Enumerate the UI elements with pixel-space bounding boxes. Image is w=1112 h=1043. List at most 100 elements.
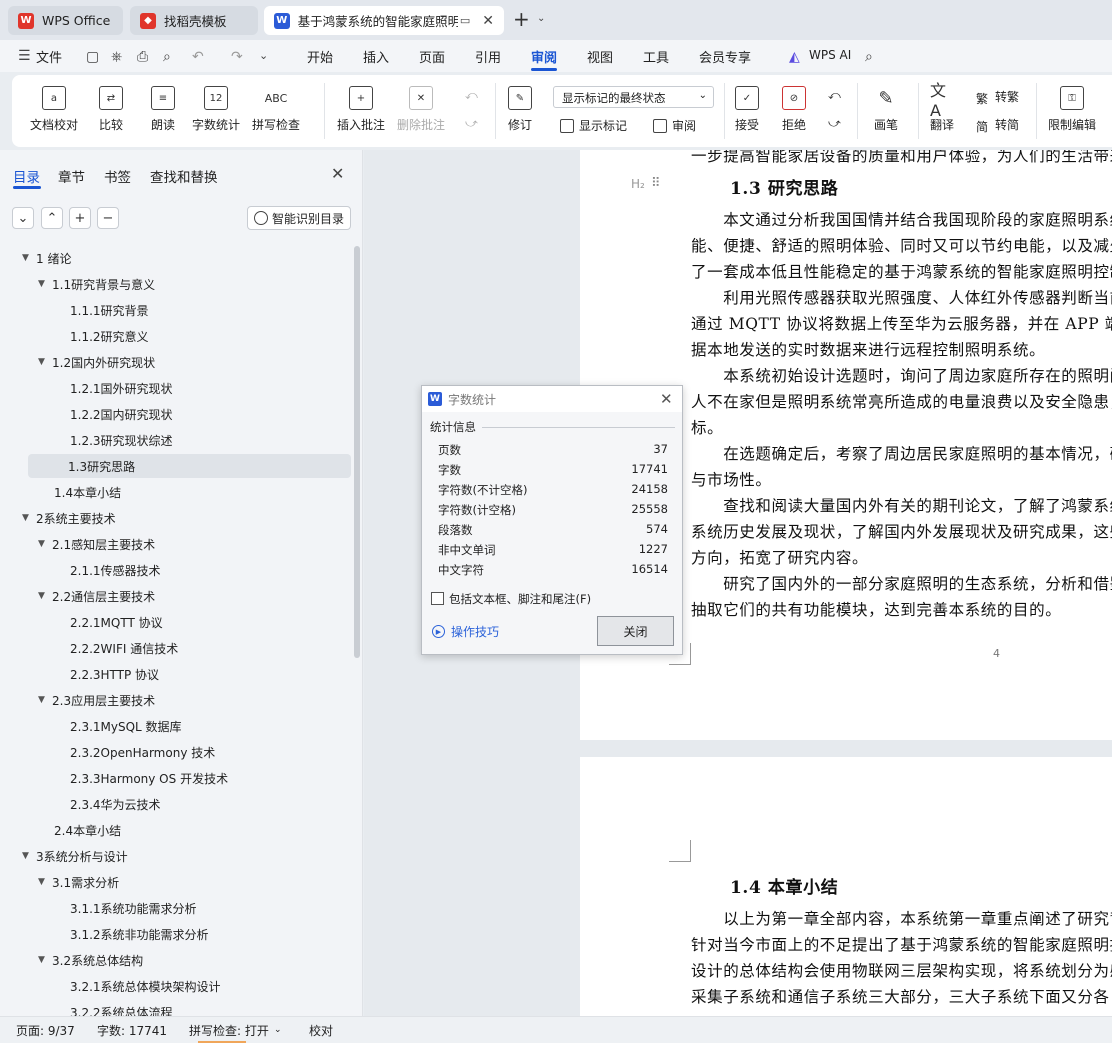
toc-item[interactable]: 2.2.1MQTT 协议 [0,610,350,634]
toc-item[interactable]: 1.1.1研究背景 [0,298,350,322]
search-icon[interactable]: ⌕ [865,49,873,65]
menu-page[interactable]: 页面 [419,47,445,66]
toc-item[interactable]: 3.2.1系统总体模块架构设计 [0,974,350,998]
print-preview-icon[interactable]: ⌕ [163,49,171,65]
reject-button[interactable]: ⊘ 拒绝 [782,86,806,133]
menu-vip[interactable]: 会员专享 [699,47,751,66]
menu-file[interactable]: 文件 [36,47,62,66]
toc-item[interactable]: ▼ 3.2系统总体结构 [0,948,350,972]
tips-link[interactable]: ▶ 操作技巧 [432,623,499,640]
smart-toc-button[interactable]: 智能识别目录 [247,206,351,230]
toc-item[interactable]: 1.2.2国内研究现状 [0,402,350,426]
prev-comment-icon[interactable]: ⤺ [465,88,478,103]
menu-tools[interactable]: 工具 [643,47,669,66]
redo-icon[interactable]: ↷ [231,49,243,65]
close-button[interactable]: 关闭 [597,616,674,646]
toc-item[interactable]: 1.1.2研究意义 [0,324,350,348]
monitor-icon[interactable]: ▭ [460,14,470,27]
tab-find-replace[interactable]: 查找和替换 [150,166,218,186]
proofread-status[interactable]: 校对 [309,1022,333,1039]
to-traditional-button[interactable]: 繁 转繁 [976,88,1019,106]
doc-check-button[interactable]: a 文档校对 [30,86,78,133]
toc-item[interactable]: ▼ 3.1需求分析 [0,870,350,894]
toc-item[interactable]: 2.2.3HTTP 协议 [0,662,350,686]
pen-button[interactable]: ✎ 画笔 [874,86,898,133]
toc-item[interactable]: 2.3.3Harmony OS 开发技术 [0,766,350,790]
insert-comment-button[interactable]: + 插入批注 [337,86,385,133]
review-pane-button[interactable]: 审阅 [653,117,696,134]
undo-icon[interactable]: ↶ [192,49,204,65]
toc-item[interactable]: ▼ 1.2国内外研究现状 [0,350,350,374]
menu-wps-ai[interactable]: WPS AI [809,48,851,62]
toc-item[interactable]: 3.1.1系统功能需求分析 [0,896,350,920]
toc-item[interactable]: ▼ 1 绪论 [0,246,350,270]
menu-insert[interactable]: 插入 [363,47,389,66]
close-icon[interactable]: ✕ [331,164,344,183]
toc-item[interactable]: 2.3.4华为云技术 [0,792,350,816]
spell-check-button[interactable]: ABC 拼写检查 [252,86,300,133]
share-icon[interactable]: ⎈ [111,49,122,65]
expand-arrow-icon[interactable]: ▼ [38,357,52,367]
close-icon[interactable]: ✕ [660,390,673,408]
delete-comment-button[interactable]: ✕ 删除批注 [397,86,445,133]
word-count-button[interactable]: 12 字数统计 [192,86,240,133]
toc-item[interactable]: 2.1.1传感器技术 [0,558,350,582]
toc-item[interactable]: 1.3研究思路 [28,454,351,478]
tab-wps-office[interactable]: W WPS Office [8,6,123,35]
toc-item[interactable]: 2.4本章小结 [0,818,350,842]
tab-toc[interactable]: 目录 [13,166,40,186]
toc-item[interactable]: 2.3.1MySQL 数据库 [0,714,350,738]
prev-change-icon[interactable]: ⤺ [828,88,841,103]
expand-arrow-icon[interactable]: ▼ [38,955,52,965]
dialog-title-bar[interactable]: W 字数统计 [422,386,682,412]
toc-scrollbar[interactable] [354,246,360,658]
accept-button[interactable]: ✓ 接受 [735,86,759,133]
tab-template[interactable]: ◆ 找稻壳模板 [130,6,258,35]
remove-heading-button[interactable]: − [97,207,119,229]
wps-ai-icon[interactable]: ◭ [789,49,800,65]
expand-arrow-icon[interactable]: ▼ [38,539,52,549]
expand-arrow-icon[interactable]: ▼ [22,851,36,861]
page-indicator[interactable]: 页面: 9/37 [16,1022,75,1039]
compare-button[interactable]: ⇄ 比较 [99,86,123,133]
show-markup-button[interactable]: 显示标记 [560,117,627,134]
menu-view[interactable]: 视图 [587,47,613,66]
add-heading-button[interactable]: + [69,207,91,229]
toc-item[interactable]: ▼ 3系统分析与设计 [0,844,350,868]
toc-item[interactable]: 1.2.3研究现状综述 [0,428,350,452]
collapse-up-button[interactable]: ⌃ [41,207,63,229]
toc-item[interactable]: 3.2.2系统总体流程 [0,1000,350,1017]
save-icon[interactable]: ▢ [86,49,99,65]
drag-handle-icon[interactable]: ⠿ [651,176,661,191]
word-count-indicator[interactable]: 字数: 17741 [97,1022,167,1039]
menu-start[interactable]: 开始 [307,47,333,66]
new-tab-button[interactable]: + [513,9,530,29]
print-icon[interactable]: ⎙ [137,49,148,65]
tab-bookmarks[interactable]: 书签 [104,166,131,186]
revise-button[interactable]: ✎ 修订 [508,86,532,133]
spell-check-status[interactable]: 拼写检查: 打开 [189,1022,269,1039]
include-textbox-label[interactable]: 包括文本框、脚注和尾注(F) [449,591,591,607]
menu-review[interactable]: 审阅 [531,47,557,66]
toc-item[interactable]: ▼ 2.1感知层主要技术 [0,532,350,556]
expand-arrow-icon[interactable]: ▼ [22,513,36,523]
toc-item[interactable]: ▼ 2系统主要技术 [0,506,350,530]
expand-arrow-icon[interactable]: ▼ [22,253,36,263]
expand-down-button[interactable]: ⌄ [12,207,34,229]
hamburger-icon[interactable]: ☰ [18,48,31,64]
close-tab-icon[interactable]: ✕ [482,13,494,29]
more-dropdown-icon[interactable]: ⌄ [259,49,268,62]
next-comment-icon[interactable]: ⤻ [465,116,478,131]
tab-list-dropdown-icon[interactable]: ⌄ [537,13,545,24]
chevron-down-icon[interactable]: ⌄ [274,1025,282,1035]
expand-arrow-icon[interactable]: ▼ [38,695,52,705]
toc-item[interactable]: 3.1.2系统非功能需求分析 [0,922,350,946]
translate-button[interactable]: 文A 翻译 [930,81,954,133]
markup-state-select[interactable]: 显示标记的最终状态 ⌄ [553,86,714,108]
read-aloud-button[interactable]: ≡ 朗读 [151,86,175,133]
expand-arrow-icon[interactable]: ▼ [38,877,52,887]
include-textbox-checkbox[interactable] [431,592,444,605]
next-change-icon[interactable]: ⤻ [828,116,841,131]
toc-item[interactable]: 1.2.1国外研究现状 [0,376,350,400]
toc-item[interactable]: ▼ 2.2通信层主要技术 [0,584,350,608]
